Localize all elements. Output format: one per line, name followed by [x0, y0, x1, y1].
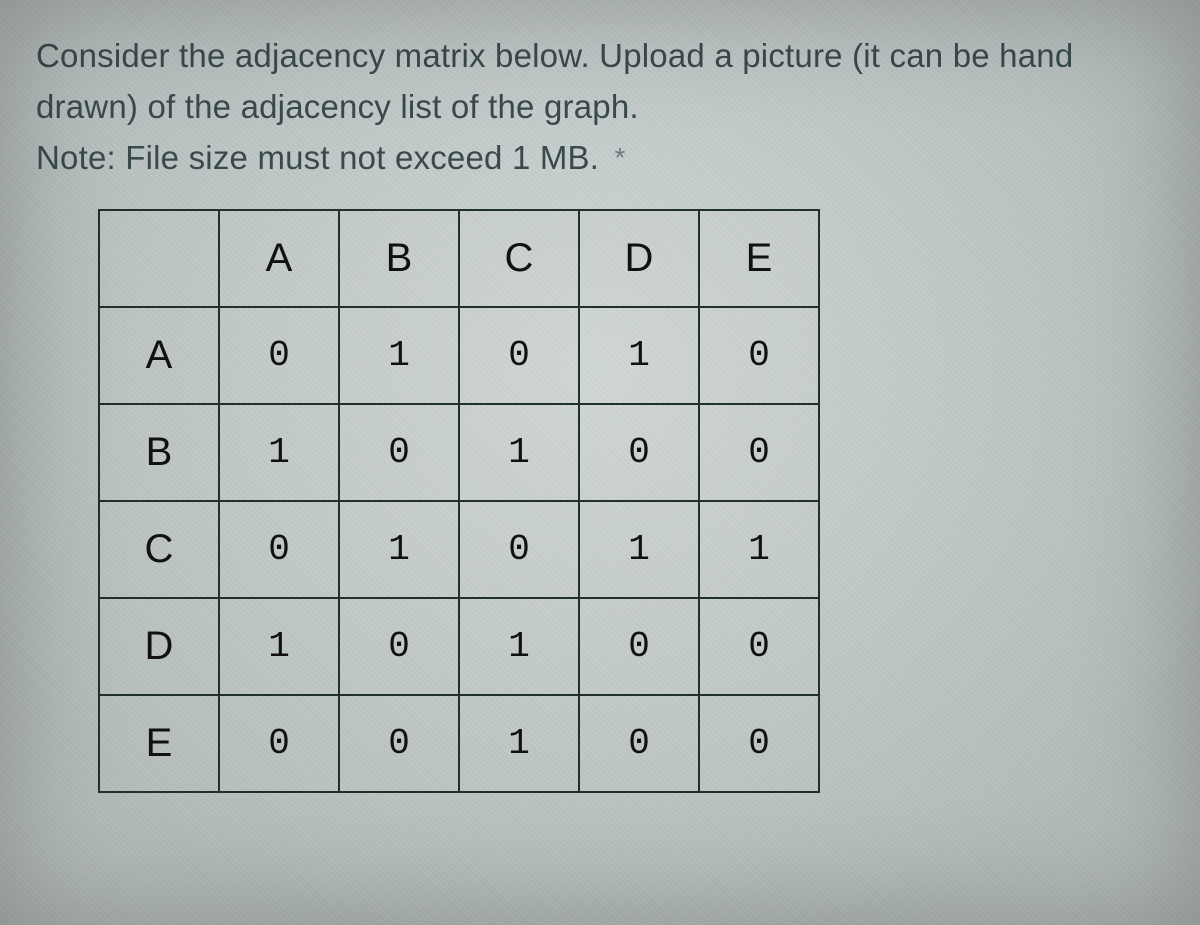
- cell-E-C: 1: [459, 695, 579, 792]
- table-row: A 0 1 0 1 0: [99, 307, 819, 404]
- prompt-line-1: Consider the adjacency matrix below. Upl…: [36, 37, 1073, 74]
- row-header-B: B: [99, 404, 219, 501]
- col-header-B: B: [339, 210, 459, 307]
- prompt-line-3: Note: File size must not exceed 1 MB.: [36, 139, 599, 176]
- cell-B-E: 0: [699, 404, 819, 501]
- cell-E-A: 0: [219, 695, 339, 792]
- corner-cell: [99, 210, 219, 307]
- adjacency-matrix-table: A B C D E A 0 1 0 1 0 B 1 0 1 0 0 C 0 1 …: [98, 209, 820, 793]
- cell-A-C: 0: [459, 307, 579, 404]
- cell-E-B: 0: [339, 695, 459, 792]
- question-prompt: Consider the adjacency matrix below. Upl…: [36, 30, 1164, 183]
- cell-A-A: 0: [219, 307, 339, 404]
- table-row: B 1 0 1 0 0: [99, 404, 819, 501]
- cell-D-B: 0: [339, 598, 459, 695]
- cell-A-D: 1: [579, 307, 699, 404]
- col-header-A: A: [219, 210, 339, 307]
- prompt-line-2: drawn) of the adjacency list of the grap…: [36, 88, 639, 125]
- table-row: D 1 0 1 0 0: [99, 598, 819, 695]
- col-header-C: C: [459, 210, 579, 307]
- adjacency-matrix-container: A B C D E A 0 1 0 1 0 B 1 0 1 0 0 C 0 1 …: [36, 209, 1164, 793]
- table-row: C 0 1 0 1 1: [99, 501, 819, 598]
- row-header-E: E: [99, 695, 219, 792]
- table-row: E 0 0 1 0 0: [99, 695, 819, 792]
- cell-A-B: 1: [339, 307, 459, 404]
- cell-B-A: 1: [219, 404, 339, 501]
- cell-B-C: 1: [459, 404, 579, 501]
- cell-E-E: 0: [699, 695, 819, 792]
- cell-E-D: 0: [579, 695, 699, 792]
- cell-D-C: 1: [459, 598, 579, 695]
- cell-D-E: 0: [699, 598, 819, 695]
- cell-D-A: 1: [219, 598, 339, 695]
- cell-C-D: 1: [579, 501, 699, 598]
- col-header-D: D: [579, 210, 699, 307]
- cell-C-E: 1: [699, 501, 819, 598]
- row-header-C: C: [99, 501, 219, 598]
- cell-C-B: 1: [339, 501, 459, 598]
- cell-D-D: 0: [579, 598, 699, 695]
- col-header-E: E: [699, 210, 819, 307]
- row-header-A: A: [99, 307, 219, 404]
- cell-A-E: 0: [699, 307, 819, 404]
- cell-C-C: 0: [459, 501, 579, 598]
- row-header-D: D: [99, 598, 219, 695]
- cell-C-A: 0: [219, 501, 339, 598]
- cell-B-D: 0: [579, 404, 699, 501]
- required-asterisk: *: [609, 142, 626, 173]
- header-row: A B C D E: [99, 210, 819, 307]
- cell-B-B: 0: [339, 404, 459, 501]
